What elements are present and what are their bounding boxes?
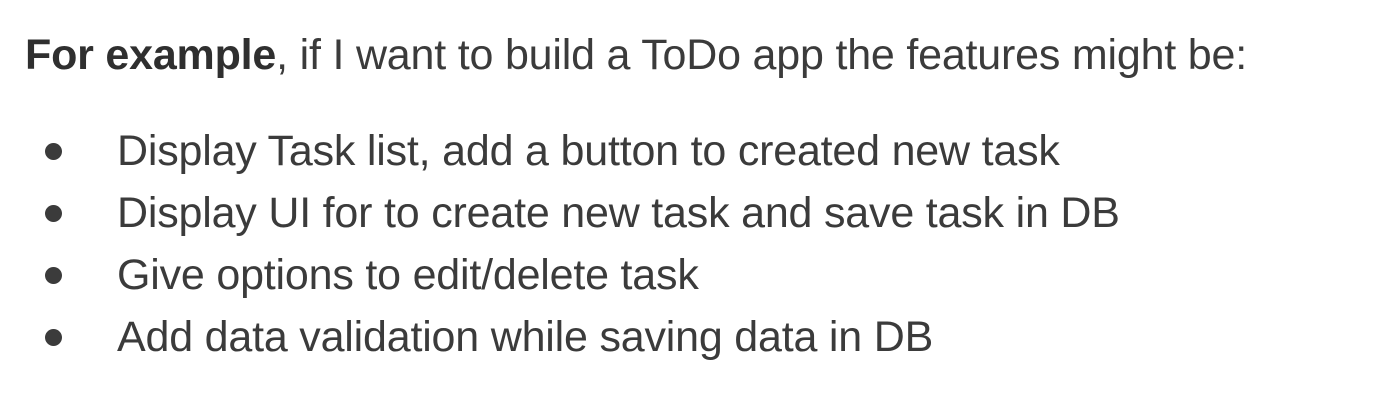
bullet-icon <box>45 267 62 284</box>
list-item-text: Add data validation while saving data in… <box>117 313 934 361</box>
list-item: Display UI for to create new task and sa… <box>25 182 1120 244</box>
list-item-text: Display UI for to create new task and sa… <box>117 189 1120 237</box>
document-body: For example, if I want to build a ToDo a… <box>25 25 1355 361</box>
feature-list: Display Task list, add a button to creat… <box>25 120 1120 368</box>
list-item-text: Display Task list, add a button to creat… <box>117 127 1060 175</box>
bullet-icon <box>45 329 62 346</box>
bullet-icon <box>45 205 62 222</box>
list-item-text: Give options to edit/delete task <box>117 251 699 299</box>
list-item: Display Task list, add a button to creat… <box>25 120 1120 182</box>
list-item: Give options to edit/delete task <box>25 244 1120 306</box>
intro-lead-bold: For example <box>25 31 277 79</box>
intro-text: , if I want to build a ToDo app the feat… <box>276 31 1247 79</box>
intro-paragraph: For example, if I want to build a ToDo a… <box>25 25 1355 85</box>
list-item: Add data validation while saving data in… <box>25 306 1120 368</box>
bullet-icon <box>45 143 62 160</box>
